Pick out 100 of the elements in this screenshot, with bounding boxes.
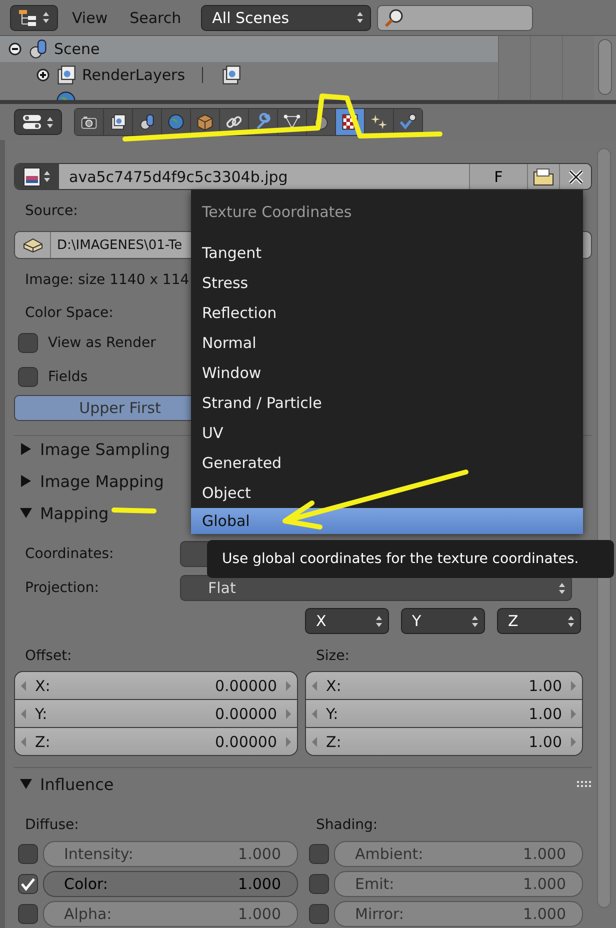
checkbox[interactable]	[18, 367, 38, 387]
menu-item[interactable]: Reflection	[191, 298, 583, 328]
properties-tab[interactable]	[162, 109, 190, 135]
up-down-arrows-icon	[42, 11, 50, 24]
grip-icon	[576, 780, 592, 788]
cube-icon	[196, 113, 214, 131]
number-field[interactable]: X: 1.00	[306, 672, 582, 699]
axis-dropdown[interactable]: Z	[497, 608, 581, 634]
sparkles-icon	[370, 113, 388, 131]
menu-item[interactable]: Generated	[191, 448, 583, 478]
scrollbar-thumb[interactable]	[597, 148, 611, 908]
search-icon	[384, 8, 404, 28]
right-arrow-icon	[285, 680, 291, 690]
checkbox[interactable]	[309, 904, 329, 924]
tooltip: Use global coordinates for the texture coordinates.	[207, 540, 614, 578]
menu-item[interactable]: Normal	[191, 328, 583, 358]
search-field[interactable]	[377, 4, 534, 30]
image-stack-icon	[55, 64, 77, 86]
toggle-switches-icon	[22, 113, 42, 131]
properties-tab[interactable]	[365, 109, 393, 135]
checkbox[interactable]	[18, 874, 38, 894]
properties-tab[interactable]	[394, 109, 422, 135]
checkmark-icon	[20, 876, 36, 892]
checkbox[interactable]	[18, 844, 38, 864]
checkbox-label: View as Render	[48, 335, 156, 351]
editor-type-button[interactable]	[10, 4, 58, 30]
field-label: Coordinates:	[24, 546, 115, 562]
panel-title[interactable]: Influence	[40, 774, 568, 794]
menu-item[interactable]: Stress	[191, 268, 583, 298]
menu-title: Texture Coordinates	[201, 202, 353, 223]
field-label: Projection:	[24, 580, 100, 596]
number-field[interactable]: Z: 1.00	[306, 728, 582, 755]
disclosure-triangle-icon[interactable]	[20, 507, 32, 519]
underline-stroke	[112, 508, 156, 514]
properties-tab[interactable]	[75, 109, 103, 135]
right-arrow-icon	[570, 680, 576, 690]
right-arrow-icon	[285, 736, 291, 746]
left-arrow-icon	[21, 736, 27, 746]
scrollbar-thumb[interactable]	[598, 39, 612, 95]
tree-item-label[interactable]: RenderLayers	[82, 66, 186, 84]
right-arrow-icon	[570, 708, 576, 718]
up-down-arrows-icon	[558, 582, 566, 594]
field-label: Diffuse:	[24, 817, 79, 833]
image-stack-icon	[220, 64, 242, 86]
up-down-arrows-icon	[567, 614, 575, 628]
file-browse-button[interactable]	[15, 232, 51, 258]
selected-row-highlight[interactable]: Scene	[0, 36, 498, 62]
axis-dropdown[interactable]: Y	[401, 608, 485, 634]
disclosure-triangle-icon[interactable]	[20, 443, 32, 455]
field-label: Offset:	[24, 648, 72, 664]
number-field[interactable]: Y: 1.00	[306, 700, 582, 727]
left-arrow-icon	[312, 680, 318, 690]
up-down-arrows-icon	[46, 116, 54, 128]
globe-icon	[167, 113, 185, 131]
checkbox[interactable]	[309, 874, 329, 894]
left-arrow-icon	[21, 708, 27, 718]
checkbox[interactable]	[18, 904, 38, 924]
number-field[interactable]: Y: 0.00000	[15, 700, 297, 727]
checkbox[interactable]	[18, 333, 38, 353]
checkbox[interactable]	[309, 844, 329, 864]
up-down-arrows-icon	[471, 614, 479, 628]
scene-icon	[138, 113, 156, 131]
menu-item[interactable]: UV	[191, 418, 583, 448]
menu-item[interactable]: Window	[191, 358, 583, 388]
menu-item[interactable]: Object	[191, 478, 583, 508]
properties-tab[interactable]	[133, 109, 161, 135]
expand-toggle[interactable]	[8, 42, 22, 56]
search-menu[interactable]: Search	[122, 8, 190, 26]
view-menu[interactable]: View	[64, 8, 116, 26]
axis-dropdown[interactable]: X	[305, 608, 389, 634]
wrench-icon	[254, 113, 272, 131]
field-label: Color Space:	[24, 305, 114, 321]
up-down-arrows-icon	[356, 11, 364, 24]
menu-item[interactable]: Global	[191, 508, 583, 534]
field-label: Size:	[315, 648, 350, 664]
number-field[interactable]: X: 0.00000	[15, 672, 297, 699]
left-arrow-icon	[21, 680, 27, 690]
image-stack-icon	[109, 113, 127, 131]
scene-name[interactable]: Scene	[54, 40, 100, 58]
checkbox-label: Fields	[48, 369, 88, 385]
menu-item[interactable]: Tangent	[191, 238, 583, 268]
checkmark-ball-icon	[399, 113, 417, 131]
right-arrow-icon	[570, 736, 576, 746]
up-down-arrows-icon	[375, 614, 383, 628]
outliner-icon	[18, 8, 38, 26]
expand-toggle[interactable]	[36, 68, 50, 82]
number-field[interactable]: Z: 0.00000	[15, 728, 297, 755]
left-arrow-icon	[312, 708, 318, 718]
right-arrow-icon	[285, 708, 291, 718]
scene-dropdown[interactable]: All Scenes	[201, 4, 372, 30]
value-slider[interactable]: Color: 1.000	[43, 871, 298, 897]
disclosure-triangle-icon[interactable]	[20, 475, 32, 487]
image-info-text: Image: size 1140 x 114	[24, 272, 190, 288]
field-label: Shading:	[315, 817, 378, 833]
field-label: Source:	[24, 203, 79, 219]
editor-type-button[interactable]	[14, 109, 62, 135]
left-arrow-icon	[312, 736, 318, 746]
disclosure-triangle-icon[interactable]	[20, 778, 32, 790]
scene-icon	[27, 38, 49, 60]
properties-tab[interactable]	[104, 109, 132, 135]
